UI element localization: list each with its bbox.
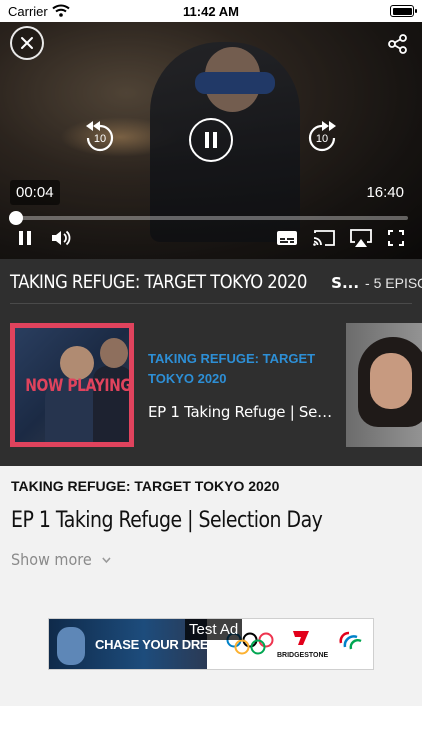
captions-icon	[277, 231, 297, 245]
paralympic-logo	[339, 631, 362, 650]
ad-brand: BRIDGESTONE	[277, 652, 329, 659]
close-icon	[21, 37, 33, 49]
captions-button[interactable]	[275, 227, 299, 249]
details-series-title: TAKING REFUGE: TARGET TOKYO 2020	[11, 478, 280, 494]
progress-bar[interactable]	[8, 211, 408, 225]
airplay-button[interactable]	[348, 227, 374, 249]
chevron-down-icon	[102, 556, 111, 563]
episode-series-title: TAKING REFUGE: TARGET TOKYO 2020	[148, 351, 316, 386]
test-ad-label: Test Ad	[185, 619, 243, 640]
series-header: TAKING REFUGE: TARGET TOKYO 2020 S... - …	[10, 271, 422, 301]
next-episode-thumbnail[interactable]	[346, 323, 422, 447]
current-time: 00:04	[10, 180, 60, 205]
episode-title: EP 1 Taking Refuge | Selection Day	[148, 403, 334, 421]
divider	[10, 303, 412, 304]
show-more-button[interactable]: Show more	[11, 550, 112, 569]
volume-icon	[52, 230, 71, 246]
bridgestone-logo	[293, 631, 309, 645]
ad-banner[interactable]: CHASE YOUR DREAM BRIDGESTONE Test Ad	[48, 618, 374, 670]
status-bar: Carrier 11:42 AM	[0, 0, 422, 22]
bottom-area	[0, 706, 422, 750]
mini-pause-button[interactable]	[14, 227, 36, 249]
episode-panel: TAKING REFUGE: TARGET TOKYO 2020 S... - …	[0, 259, 422, 466]
progress-thumb[interactable]	[8, 211, 23, 225]
share-icon	[388, 34, 407, 54]
volume-button[interactable]	[49, 227, 73, 249]
episode-details: TAKING REFUGE: TARGET TOKYO 2020 EP 1 Ta…	[0, 466, 422, 706]
episode-thumbnail: NOW PLAYING	[10, 323, 134, 447]
skip-back-seconds: 10	[93, 133, 107, 145]
skip-back-button[interactable]: 10	[80, 118, 120, 158]
status-time: 11:42 AM	[183, 4, 239, 19]
video-player[interactable]: 10 10 00:04 16:40	[0, 22, 422, 259]
battery-icon	[390, 5, 417, 17]
skip-forward-button[interactable]: 10	[302, 118, 342, 158]
series-title: TAKING REFUGE: TARGET TOKYO 2020	[10, 271, 307, 293]
fullscreen-icon	[388, 230, 404, 246]
episode-card[interactable]: NOW PLAYING TAKING REFUGE: TARGET TOKYO …	[10, 323, 334, 447]
pause-icon	[19, 231, 31, 245]
cast-button[interactable]	[311, 227, 337, 249]
now-playing-badge: NOW PLAYING	[25, 376, 132, 396]
series-title-truncation: S...	[331, 274, 360, 292]
total-time: 16:40	[366, 184, 404, 201]
fullscreen-button[interactable]	[386, 227, 406, 249]
share-button[interactable]	[386, 32, 410, 56]
close-button[interactable]	[10, 26, 44, 60]
episode-count: - 5 EPISODES	[365, 275, 422, 291]
play-pause-button[interactable]	[189, 118, 233, 162]
show-more-label: Show more	[11, 550, 92, 569]
pause-icon	[205, 132, 217, 148]
skip-forward-seconds: 10	[315, 133, 329, 145]
details-episode-title: EP 1 Taking Refuge | Selection Day	[11, 508, 323, 533]
cast-icon	[313, 230, 335, 246]
airplay-icon	[350, 229, 372, 247]
